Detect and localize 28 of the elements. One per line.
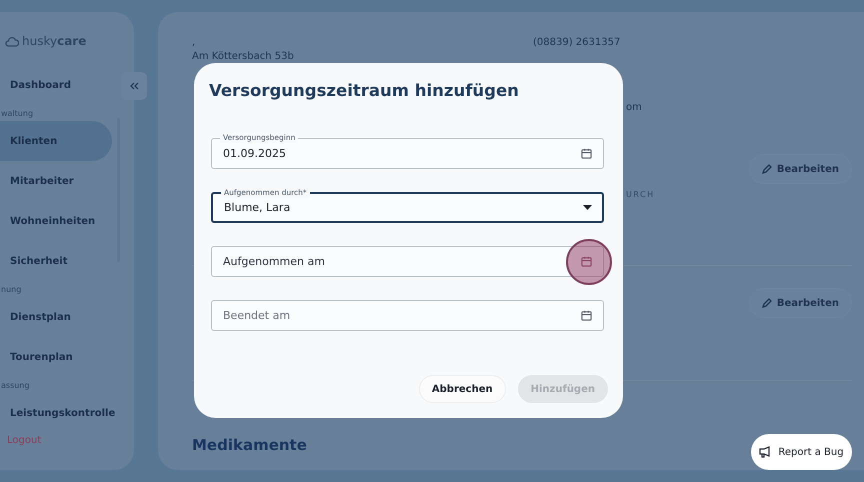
date-field[interactable]: Beendet am — [211, 300, 604, 331]
section-label: assung — [0, 380, 30, 392]
field-placeholder: Aufgenommen am — [223, 255, 325, 268]
dialog-button[interactable]: Abbrechen — [418, 375, 506, 403]
nav-item[interactable]: Mitarbeiter — [0, 161, 112, 201]
address-text: Am Köttersbach 53b — [192, 51, 294, 62]
edit-button[interactable]: Bearbeiten — [748, 288, 852, 318]
email-text: om — [626, 102, 642, 113]
field-placeholder: Beendet am — [223, 309, 290, 322]
section-title: Medikamente — [192, 436, 307, 454]
nav-item[interactable]: Dienstplan — [0, 297, 112, 337]
section-label: nung — [0, 284, 22, 296]
logout-link[interactable]: Logout — [7, 435, 134, 446]
report-bug-button[interactable]: Report a Bug — [751, 434, 852, 470]
nav-item[interactable]: Sicherheit — [0, 241, 112, 281]
nav-item[interactable]: Klienten — [0, 121, 112, 161]
phone-text: (08839) 2631357 — [533, 37, 622, 50]
date-field[interactable]: Aufgenommen am — [211, 246, 604, 277]
dialog-title: Versorgungszeitraum hinzufügen — [209, 81, 520, 100]
section-label: waltung — [0, 108, 34, 120]
nav-item[interactable]: Wohneinheiten — [0, 201, 112, 241]
field-value: 01.09.2025 — [223, 147, 286, 160]
edit-button[interactable]: Bearbeiten — [748, 154, 852, 184]
logo-text: huskycare — [22, 34, 86, 48]
address-text: , — [192, 37, 196, 50]
nav-item[interactable]: Tourenplan — [0, 337, 112, 377]
nav-item[interactable]: Dashboard — [0, 65, 112, 105]
field-value: Blume, Lara — [224, 201, 290, 214]
